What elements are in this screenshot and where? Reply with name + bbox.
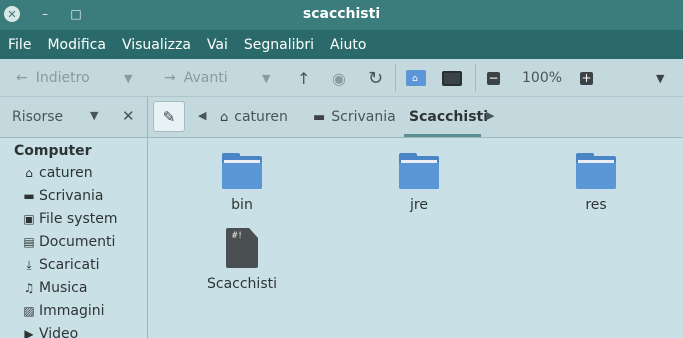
- folder-icon: [576, 153, 616, 189]
- back-label: Indietro: [35, 70, 90, 86]
- desktop-icon: ▬: [313, 109, 326, 125]
- folder-icon: [222, 153, 262, 189]
- pictures-icon: ▨: [23, 304, 35, 318]
- file-name: res: [585, 197, 607, 213]
- home-icon: ⌂: [220, 109, 229, 125]
- sidebar-heading: Computer: [14, 143, 92, 159]
- sidebar: Computer ⌂ caturen ▬ Scrivania ▣ File sy…: [0, 138, 148, 338]
- breadcrumb-label: caturen: [234, 109, 288, 125]
- sidebar-item-music[interactable]: ♫ Musica: [22, 277, 88, 299]
- arrow-left-icon: ←: [16, 70, 28, 86]
- sidebar-item-label: File system: [39, 211, 118, 227]
- breadcrumb-active-indicator: [404, 134, 481, 137]
- sidebar-item-label: Immagini: [39, 303, 105, 319]
- breadcrumb-desktop[interactable]: ▬ Scrivania: [313, 109, 396, 125]
- zoom-level[interactable]: 100%: [522, 63, 562, 93]
- breadcrumb-home[interactable]: ⌂ caturen: [220, 109, 288, 125]
- toolbar-separator: [475, 64, 476, 92]
- reload-icon: ↻: [368, 67, 384, 89]
- video-icon: ▶: [24, 327, 34, 338]
- forward-button[interactable]: → Avanti: [164, 63, 228, 93]
- file-name: Scacchisti: [207, 276, 277, 292]
- toolbar-separator: [395, 64, 396, 92]
- sidebar-item-home[interactable]: ⌂ caturen: [22, 162, 93, 184]
- minus-icon: −: [487, 71, 500, 85]
- zoom-in-button[interactable]: +: [580, 63, 593, 93]
- chevron-down-icon: ▼: [262, 71, 271, 85]
- window-title: scacchisti: [302, 6, 381, 22]
- back-button[interactable]: ← Indietro: [16, 63, 90, 93]
- menu-bookmarks[interactable]: Segnalibri: [236, 30, 322, 59]
- plus-icon: +: [580, 71, 593, 85]
- chevron-down-icon[interactable]: ▼: [90, 109, 98, 122]
- edit-location-button[interactable]: ✎: [153, 101, 185, 132]
- back-history-dropdown[interactable]: ▼: [124, 63, 132, 93]
- menu-help[interactable]: Aiuto: [322, 30, 374, 59]
- sidebar-item-label: Scrivania: [39, 188, 104, 204]
- home-folder-icon: ⌂: [406, 70, 426, 86]
- folder-icon: [399, 153, 439, 189]
- breadcrumb-label: Scrivania: [331, 109, 396, 125]
- location-bar: Risorse ▼ ✕ ✎ ◀ ⌂ caturen ▬ Scrivania Sc…: [0, 97, 683, 138]
- up-button[interactable]: ↑: [297, 63, 310, 93]
- menu-view[interactable]: Visualizza: [114, 30, 199, 59]
- sidebar-item-filesystem[interactable]: ▣ File system: [22, 208, 118, 230]
- desktop-icon: ▬: [23, 189, 35, 203]
- sidebar-item-label: Video: [39, 326, 79, 338]
- pencil-icon: ✎: [162, 107, 176, 126]
- sidebar-item-desktop[interactable]: ▬ Scrivania: [22, 185, 103, 207]
- sidebar-item-label: Documenti: [39, 234, 116, 250]
- reload-button[interactable]: ↻: [368, 63, 383, 93]
- chevron-down-icon: ▼: [124, 71, 133, 85]
- sidebar-item-documents[interactable]: ▤ Documenti: [22, 231, 115, 253]
- menu-edit[interactable]: Modifica: [39, 30, 114, 59]
- file-item-folder[interactable]: jre: [364, 153, 474, 213]
- file-name: bin: [231, 197, 253, 213]
- sidebar-header: Risorse ▼ ✕: [0, 97, 148, 138]
- chevron-left-icon[interactable]: ◀: [198, 109, 206, 122]
- menu-go[interactable]: Vai: [199, 30, 236, 59]
- forward-label: Avanti: [183, 70, 228, 86]
- chevron-down-icon: ▼: [656, 71, 665, 85]
- computer-button[interactable]: [442, 63, 462, 93]
- sidebar-item-label: Musica: [39, 280, 88, 296]
- music-icon: ♫: [23, 281, 35, 295]
- menu-bar: File Modifica Visualizza Vai Segnalibri …: [0, 30, 683, 59]
- toolbar: ← Indietro ▼ → Avanti ▼ ↑ ◉ ↻ ⌂ − 100% +…: [0, 59, 683, 97]
- sidebar-item-label: Scaricati: [39, 257, 100, 273]
- forward-history-dropdown[interactable]: ▼: [262, 63, 270, 93]
- chevron-right-icon[interactable]: ▶: [486, 109, 494, 122]
- close-sidebar-icon[interactable]: ✕: [122, 107, 135, 125]
- drive-icon: ▣: [23, 212, 35, 226]
- zoom-out-button[interactable]: −: [487, 63, 500, 93]
- file-item-script[interactable]: #! Scacchisti: [187, 228, 297, 292]
- file-item-folder[interactable]: bin: [187, 153, 297, 213]
- title-bar: ✕ – □ scacchisti: [0, 0, 683, 30]
- breadcrumb-current[interactable]: Scacchisti: [409, 109, 488, 125]
- stop-icon: ◉: [332, 68, 346, 88]
- view-options-dropdown[interactable]: ▼: [656, 63, 664, 93]
- file-item-folder[interactable]: res: [541, 153, 651, 213]
- stop-button[interactable]: ◉: [332, 63, 346, 93]
- home-icon: ⌂: [25, 166, 33, 180]
- menu-file[interactable]: File: [0, 30, 39, 59]
- arrow-up-icon: ↑: [297, 68, 311, 88]
- file-view[interactable]: bin jre res #! Scacchisti: [149, 138, 683, 338]
- file-name: jre: [410, 197, 428, 213]
- sidebar-item-pictures[interactable]: ▨ Immagini: [22, 300, 105, 322]
- documents-icon: ▤: [23, 235, 35, 249]
- sidebar-item-downloads[interactable]: ⤓ Scaricati: [22, 254, 99, 276]
- sidebar-item-videos[interactable]: ▶ Video: [22, 323, 78, 338]
- monitor-icon: [442, 70, 462, 86]
- arrow-right-icon: →: [164, 70, 176, 86]
- sidebar-item-label: caturen: [39, 165, 93, 181]
- sidebar-mode-label[interactable]: Risorse: [12, 109, 63, 125]
- home-folder-button[interactable]: ⌂: [406, 63, 426, 93]
- breadcrumb-label: Scacchisti: [409, 109, 489, 125]
- script-file-icon: #!: [226, 228, 258, 268]
- download-icon: ⤓: [26, 257, 32, 272]
